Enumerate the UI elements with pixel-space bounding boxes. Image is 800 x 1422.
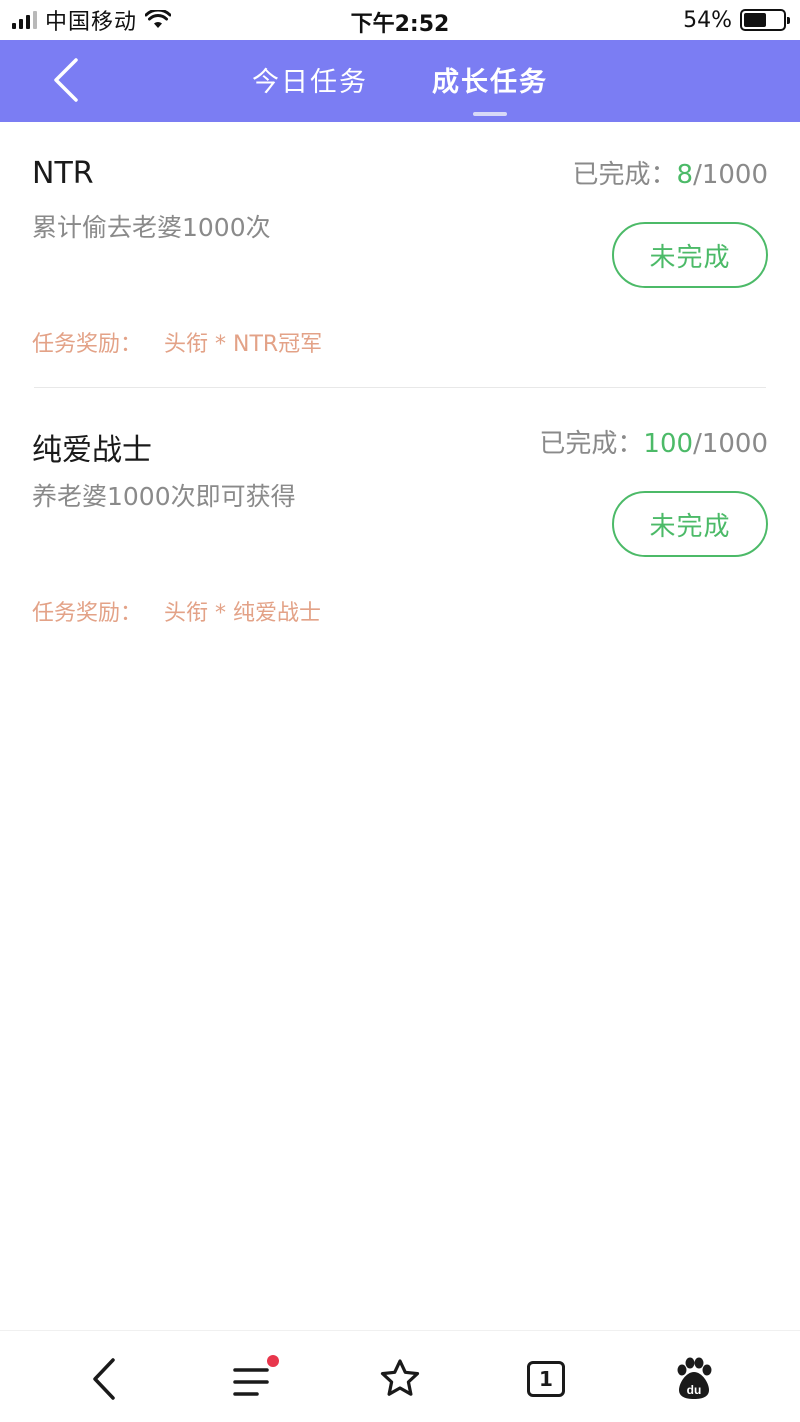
task-status-button[interactable]: 未完成	[612, 222, 768, 288]
nav-header: 今日任务 成长任务	[0, 40, 800, 122]
status-time: 下午2:52	[350, 12, 450, 37]
browser-toolbar: 1 du	[0, 1330, 800, 1422]
task-progress: 已完成：8/1000	[573, 154, 769, 191]
toolbar-back-button[interactable]	[76, 1351, 132, 1407]
tab-growth-tasks[interactable]: 成长任务	[432, 60, 548, 100]
task-reward: 任务奖励： 头衔 * NTR冠军	[32, 326, 322, 358]
task-description: 养老婆1000次即可获得	[32, 482, 296, 511]
back-arrow-icon	[93, 1358, 115, 1400]
task-progress: 已完成：100/1000	[539, 423, 768, 460]
reward-label: 任务奖励：	[32, 332, 143, 357]
notification-dot	[267, 1355, 279, 1367]
task-status-button[interactable]: 未完成	[612, 491, 768, 557]
svg-text:du: du	[687, 1383, 702, 1397]
progress-label: 已完成：	[539, 429, 644, 459]
baidu-paw-icon: du	[677, 1357, 712, 1399]
active-tab-indicator	[473, 112, 507, 116]
toolbar-bookmark-button[interactable]	[372, 1351, 428, 1407]
progress-total: /1000	[693, 160, 768, 190]
tabs-icon: 1	[527, 1361, 565, 1397]
task-description: 累计偷去老婆1000次	[32, 213, 271, 242]
progress-label: 已完成：	[572, 160, 677, 190]
progress-total: /1000	[693, 429, 768, 459]
task-title: 纯爱战士	[32, 433, 152, 468]
toolbar-home-button[interactable]: du	[666, 1351, 722, 1407]
task-card: NTR 累计偷去老婆1000次 已完成：8/1000 未完成 任务奖励： 头衔 *…	[0, 126, 800, 388]
status-bar: 中国移动 下午2:52 54%	[0, 0, 800, 40]
toolbar-tabs-button[interactable]: 1	[518, 1351, 574, 1407]
tab-today-tasks[interactable]: 今日任务	[252, 60, 368, 100]
progress-done: 8	[676, 160, 694, 190]
toolbar-menu-button[interactable]	[225, 1351, 281, 1407]
task-reward: 任务奖励： 头衔 * 纯爱战士	[32, 595, 321, 627]
reward-value: 头衔 * NTR冠军	[164, 332, 323, 357]
status-right: 54%	[683, 6, 790, 34]
chevron-left-icon	[54, 58, 78, 102]
task-title: NTR	[32, 156, 94, 191]
battery-percent: 54%	[683, 7, 732, 33]
battery-icon	[740, 9, 790, 31]
back-button[interactable]	[38, 52, 94, 108]
progress-done: 100	[643, 429, 694, 459]
reward-value: 头衔 * 纯爱战士	[164, 601, 322, 626]
reward-label: 任务奖励：	[32, 601, 143, 626]
menu-icon	[233, 1355, 279, 1396]
divider	[34, 387, 766, 388]
task-card: 纯爱战士 养老婆1000次即可获得 已完成：100/1000 未完成 任务奖励：…	[0, 395, 800, 657]
star-icon	[380, 1359, 420, 1396]
